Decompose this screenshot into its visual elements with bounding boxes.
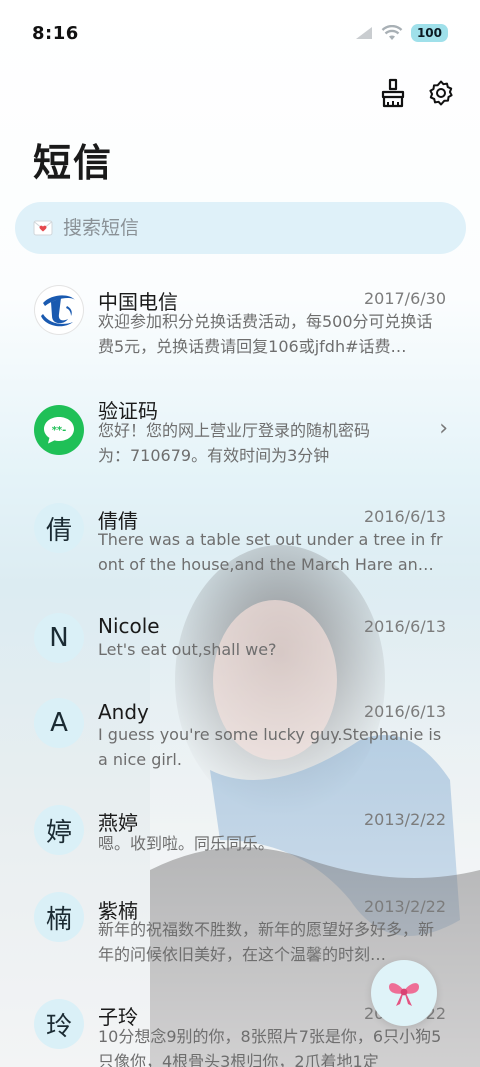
search-bar[interactable]: [15, 202, 466, 254]
avatar: N: [34, 613, 84, 663]
brush-clean-icon[interactable]: [378, 78, 408, 108]
bow-icon: [389, 983, 419, 1006]
avatar: 玲: [34, 999, 84, 1049]
search-input[interactable]: [63, 217, 423, 239]
toolbar: [378, 78, 456, 108]
conversation-date: 2017/6/30: [363, 289, 446, 308]
china-telecom-logo-icon: [41, 295, 75, 327]
conversation-date: 2013/2/22: [363, 897, 446, 916]
status-bar: 8:16 100: [0, 0, 480, 66]
conversation-date: 2016/6/13: [363, 507, 446, 526]
chevron-right-icon[interactable]: ›: [439, 416, 448, 441]
battery-icon: 100: [410, 24, 448, 42]
conversation-preview: 10分想念9别的你，8张照片7张是你，6只小狗5只像你，4根骨头3根归你，2爪着…: [98, 1027, 442, 1067]
status-icons: 100: [355, 24, 448, 42]
conversation-name: Andy: [98, 700, 149, 724]
envelope-icon: [33, 220, 53, 236]
avatar: A: [34, 698, 84, 748]
avatar: 楠: [34, 892, 84, 942]
status-time: 8:16: [32, 22, 79, 44]
conversation-preview: 欢迎参加积分兑换话费活动，每500分可兑换话费5元，兑换话费请回复106或jfd…: [98, 312, 433, 356]
conversation-name: Nicole: [98, 614, 160, 638]
message-bubble-icon: **-: [44, 417, 74, 444]
list-item[interactable]: N Nicole 2016/6/13 Let's eat out,shall w…: [0, 600, 480, 685]
conversation-preview: Let's eat out,shall we?: [98, 640, 277, 659]
conversation-preview: 您好！您的网上营业厅登录的随机密码为：710679。有效时间为3分钟: [98, 421, 371, 465]
floating-action-button[interactable]: [371, 960, 437, 1026]
avatar: [34, 285, 84, 335]
avatar: 婷: [34, 805, 84, 855]
conversation-preview: 嗯。收到啦。同乐同乐。: [98, 834, 275, 853]
list-item[interactable]: 婷 燕婷 2013/2/22 嗯。收到啦。同乐同乐。: [0, 795, 480, 885]
list-item[interactable]: **- 验证码 您好！您的网上营业厅登录的随机密码为：710679。有效时间为3…: [0, 380, 480, 490]
wifi-icon: [381, 25, 403, 40]
list-item[interactable]: 中国电信 2017/6/30 欢迎参加积分兑换话费活动，每500分可兑换话费5元…: [0, 270, 480, 380]
conversation-preview: I guess you're some lucky guy.Stephanie …: [98, 725, 442, 769]
conversation-preview: 新年的祝福数不胜数，新年的愿望好多好多，新年的问候依旧美好，在这个温馨的时刻…: [98, 920, 435, 964]
list-item[interactable]: 倩 倩倩 2016/6/13 There was a table set out…: [0, 490, 480, 600]
signal-icon: [355, 27, 372, 39]
avatar: **-: [34, 405, 84, 455]
conversation-preview: There was a table set out under a tree i…: [98, 530, 443, 574]
conversation-date: 2016/6/13: [363, 702, 446, 721]
svg-text:**-: **-: [52, 425, 67, 436]
conversation-date: 2016/6/13: [363, 617, 446, 636]
conversation-date: 2013/2/22: [363, 810, 446, 829]
gear-icon[interactable]: [426, 78, 456, 108]
avatar: 倩: [34, 503, 84, 553]
list-item[interactable]: A Andy 2016/6/13 I guess you're some luc…: [0, 685, 480, 795]
page-title: 短信: [33, 141, 114, 185]
